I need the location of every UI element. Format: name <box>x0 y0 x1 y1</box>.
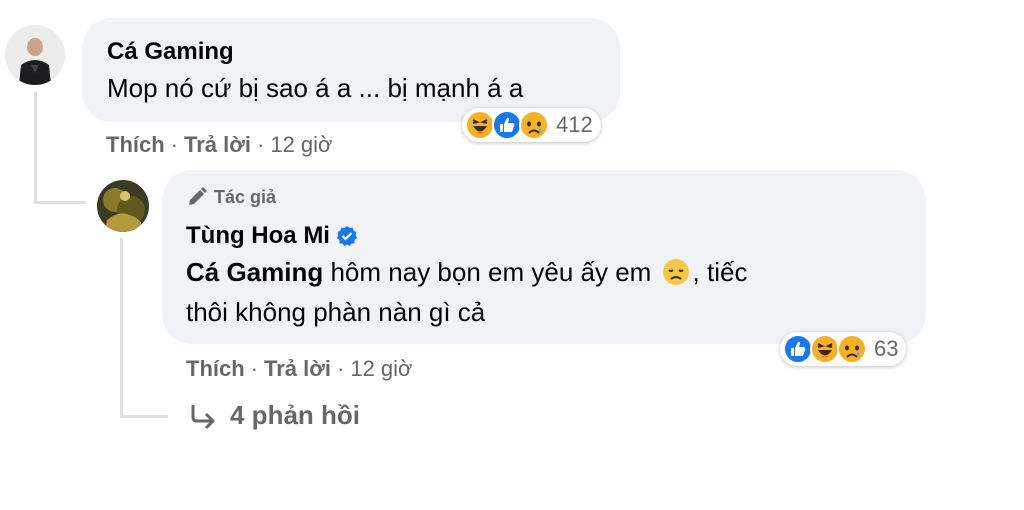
separator-dot: · <box>250 356 258 381</box>
reaction-count: 63 <box>874 336 899 361</box>
reply-author[interactable]: Tùng Hoa Mi <box>186 222 330 250</box>
thread-line-horizontal-2 <box>120 415 168 418</box>
avatar-tung-hoa-mi[interactable] <box>97 180 149 232</box>
haha-icon <box>465 110 495 140</box>
reply-text-segment-end: , tiếc <box>692 257 748 287</box>
reply-bubble: Tác giả Tùng Hoa Mi Cá Gaming hôm nay bọ… <box>162 170 926 344</box>
comment-actions-1: Thích · Trả lời · 12 giờ <box>106 132 332 158</box>
reply-author-row: Tùng Hoa Mi <box>186 222 358 250</box>
avatar-ca-gaming[interactable] <box>5 25 65 85</box>
author-badge: Tác giả <box>186 186 276 208</box>
reply-button[interactable]: Trả lời <box>184 132 251 157</box>
reply-text-line-1: Cá Gaming hôm nay bọn em yêu ấy em , tiế… <box>186 252 747 292</box>
timestamp[interactable]: 12 giờ <box>350 356 412 381</box>
comment-author[interactable]: Cá Gaming <box>107 38 234 66</box>
sad-icon <box>837 334 867 364</box>
verified-badge-icon <box>336 225 358 247</box>
like-button[interactable]: Thích <box>186 356 245 381</box>
reaction-summary-1[interactable]: 412 <box>462 108 601 142</box>
like-button[interactable]: Thích <box>106 132 165 157</box>
like-icon <box>783 334 813 364</box>
reply-button[interactable]: Trả lời <box>264 356 331 381</box>
comment-bubble-1: Cá Gaming Mop nó cứ bị sao á a ... bị mạ… <box>82 18 620 122</box>
pencil-icon <box>186 186 208 208</box>
reply-arrow-icon <box>188 401 218 431</box>
author-badge-label: Tác giả <box>214 186 277 207</box>
reply-text-segment: hôm nay bọn em yêu ấy em <box>323 257 659 287</box>
separator-dot: · <box>257 132 265 157</box>
thread-line-vertical-1 <box>34 92 37 204</box>
separator-dot: · <box>337 356 345 381</box>
view-replies-link[interactable]: 4 phản hồi <box>188 400 360 431</box>
view-replies-label[interactable]: 4 phản hồi <box>230 400 360 431</box>
mention-link[interactable]: Cá Gaming <box>186 252 323 292</box>
reaction-summary-2[interactable]: 63 <box>780 332 907 366</box>
comment-text: Mop nó cứ bị sao á a ... bị mạnh á a <box>107 73 524 103</box>
timestamp[interactable]: 12 giờ <box>270 132 332 157</box>
disappointed-emoji-icon <box>661 257 691 287</box>
separator-dot: · <box>170 132 178 157</box>
thread-line-vertical-2 <box>120 238 123 418</box>
reply-text-line-2: thôi không phàn nàn gì cả <box>186 297 486 327</box>
thread-line-horizontal-1 <box>34 201 86 204</box>
haha-icon <box>810 334 840 364</box>
comment-actions-2: Thích · Trả lời · 12 giờ <box>186 356 412 382</box>
sad-icon <box>519 110 549 140</box>
reaction-count: 412 <box>556 112 593 137</box>
like-icon <box>492 110 522 140</box>
